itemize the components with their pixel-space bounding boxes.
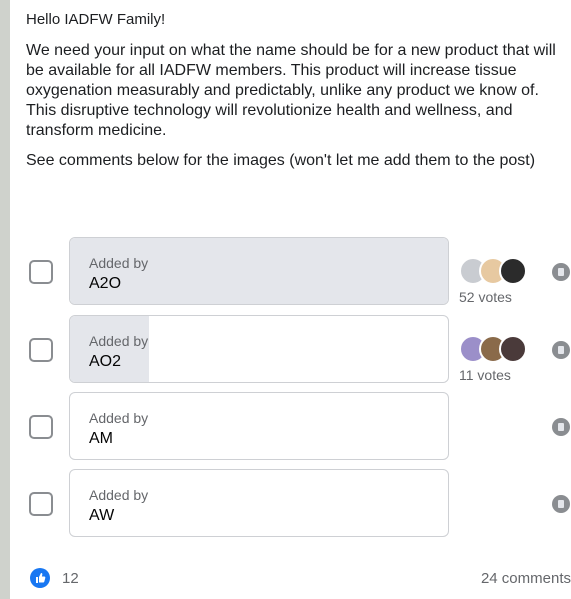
avatar: [499, 335, 527, 363]
poll-option-box[interactable]: Added by AW: [69, 469, 449, 537]
option-name: AM: [89, 430, 113, 447]
added-by-label: Added by: [89, 410, 149, 426]
voter-avatars[interactable]: [459, 257, 539, 285]
more-options-icon[interactable]: [552, 495, 570, 513]
vote-count[interactable]: 11 votes: [459, 367, 511, 383]
option-name: AW: [89, 507, 115, 524]
post-note: See comments below for the images (won't…: [26, 152, 536, 169]
added-by-label: Added by: [89, 333, 149, 349]
voter-avatars[interactable]: [459, 335, 539, 363]
poll-checkbox[interactable]: [29, 492, 53, 516]
added-by-label: Added by: [89, 487, 149, 503]
poll-checkbox[interactable]: [29, 415, 53, 439]
poll-option-am: Added by AM: [26, 392, 570, 460]
post-card: Hello IADFW Family! We need your input o…: [10, 0, 571, 599]
post-body: We need your input on what the name shou…: [26, 42, 556, 139]
option-name: A2O: [89, 275, 122, 292]
post-greeting: Hello IADFW Family!: [26, 11, 166, 28]
poll-option-aw: Added by AW: [26, 469, 570, 537]
poll-option-box[interactable]: Added by AM: [69, 392, 449, 460]
vote-count[interactable]: 52 votes: [459, 289, 512, 305]
poll-option-box[interactable]: Added by AO2: [69, 315, 449, 383]
thumb-glyph: [36, 573, 46, 583]
poll-option-box[interactable]: Added by A2O: [69, 237, 449, 305]
like-count[interactable]: 12: [62, 570, 79, 587]
vote-progress-fill: [70, 316, 150, 382]
post-text: Hello IADFW Family! We need your input o…: [26, 10, 562, 181]
poll-option-ao2: Added by AO2 11 votes: [26, 315, 570, 383]
vote-progress-fill: [70, 238, 448, 304]
more-options-icon[interactable]: [552, 263, 570, 281]
comments-count[interactable]: 24 comments: [481, 570, 571, 587]
more-options-icon[interactable]: [552, 341, 570, 359]
poll-checkbox[interactable]: [29, 338, 53, 362]
added-by-label: Added by: [89, 255, 149, 271]
post-footer: 12 24 comments: [20, 566, 571, 590]
more-options-icon[interactable]: [552, 418, 570, 436]
poll-checkbox[interactable]: [29, 260, 53, 284]
like-thumb-icon[interactable]: [30, 568, 50, 588]
poll-option-a2o: Added by A2O 52 votes: [26, 237, 570, 305]
option-name: AO2: [89, 353, 122, 370]
avatar: [499, 257, 527, 285]
